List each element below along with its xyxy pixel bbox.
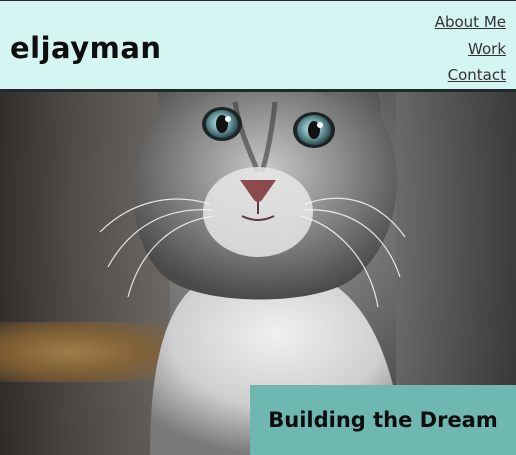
hero-banner: Building the Dream bbox=[0, 92, 516, 455]
nav-link-work[interactable]: Work bbox=[435, 36, 506, 63]
hero-caption-text: Building the Dream bbox=[268, 408, 498, 432]
nav-link-contact[interactable]: Contact bbox=[435, 62, 506, 89]
site-header: eljayman About Me Work Contact bbox=[0, 0, 516, 92]
nav-link-about-me[interactable]: About Me bbox=[435, 9, 506, 36]
hero-caption-box: Building the Dream bbox=[250, 385, 516, 455]
site-logo[interactable]: eljayman bbox=[10, 31, 162, 65]
main-nav: About Me Work Contact bbox=[435, 9, 506, 89]
